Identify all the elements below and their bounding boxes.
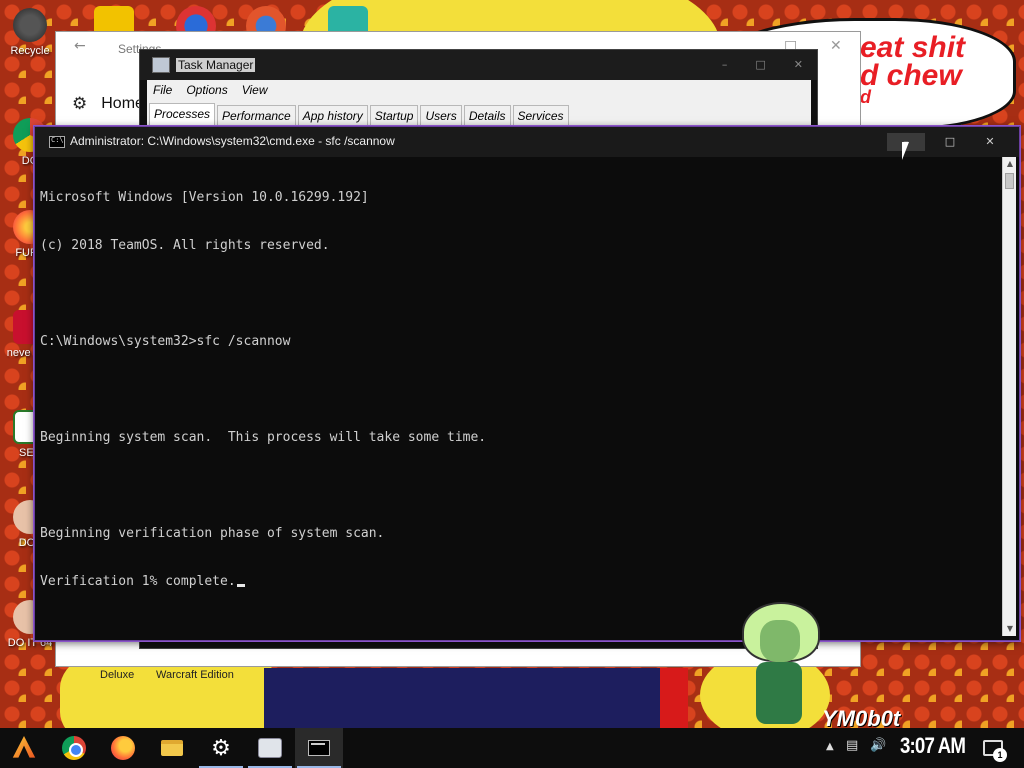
mascot-body bbox=[756, 662, 802, 724]
task-manager-controls: – □ ✕ bbox=[722, 58, 803, 71]
cmd-window-icon bbox=[49, 136, 65, 148]
speech-line: eat shit bbox=[860, 31, 966, 64]
speech-line: d bbox=[860, 87, 871, 107]
settings-icon: ⚙ bbox=[211, 735, 231, 761]
cmd-titlebar[interactable]: Administrator: C:\Windows\system32\cmd.e… bbox=[35, 127, 1019, 157]
volume-icon[interactable]: 🔊 bbox=[870, 738, 886, 753]
menu-options[interactable]: Options bbox=[186, 83, 227, 97]
paint-icon bbox=[258, 738, 282, 758]
desktop-icon-label: Warcraft Edition bbox=[156, 669, 234, 681]
cmd-window: Administrator: C:\Windows\system32\cmd.e… bbox=[34, 126, 1020, 641]
task-manager-minimize-button[interactable]: – bbox=[722, 58, 728, 71]
cmd-window-title: Administrator: C:\Windows\system32\cmd.e… bbox=[70, 134, 395, 148]
chrome-icon bbox=[62, 736, 86, 760]
start-icon bbox=[12, 736, 36, 758]
settings-home-label: Home bbox=[101, 95, 144, 112]
file-explorer-icon bbox=[161, 740, 183, 756]
menu-file[interactable]: File bbox=[153, 83, 172, 97]
taskbar-firefox[interactable] bbox=[99, 728, 147, 768]
close-button[interactable]: ✕ bbox=[971, 133, 1009, 151]
taskbar-clock[interactable]: 3:07 AM bbox=[900, 733, 966, 759]
taskbar: ⚙ ▲ ▤ 🔊 bbox=[0, 728, 1024, 768]
firefox-icon bbox=[111, 736, 135, 760]
cmd-icon bbox=[308, 740, 330, 756]
console-output[interactable]: Microsoft Windows [Version 10.0.16299.19… bbox=[40, 158, 1000, 636]
task-manager-titlebar[interactable]: Task Manager bbox=[140, 50, 817, 80]
chevron-up-icon[interactable]: ▲ bbox=[826, 741, 834, 752]
settings-close-button[interactable]: ✕ bbox=[830, 38, 842, 54]
mouse-pointer-icon bbox=[902, 142, 909, 160]
task-manager-tabs: Processes Performance App history Startu… bbox=[147, 99, 811, 125]
desktop-icon-label: Deluxe bbox=[100, 669, 135, 681]
task-manager-title: Task Manager bbox=[176, 58, 256, 72]
wallpaper-scene bbox=[264, 668, 688, 728]
start-button[interactable] bbox=[0, 728, 48, 768]
tab-users[interactable]: Users bbox=[420, 105, 462, 125]
speech-line: d chew bbox=[860, 59, 962, 92]
console-line: Microsoft Windows [Version 10.0.16299.19… bbox=[40, 190, 369, 205]
back-arrow-icon[interactable]: ← bbox=[74, 38, 86, 54]
text-cursor bbox=[236, 584, 245, 587]
task-manager-close-button[interactable]: ✕ bbox=[794, 58, 803, 71]
scrollbar-thumb[interactable] bbox=[1005, 173, 1014, 189]
console-line: Beginning system scan. This process will… bbox=[40, 430, 487, 445]
tab-processes[interactable]: Processes bbox=[149, 103, 216, 125]
taskbar-chrome[interactable] bbox=[50, 728, 98, 768]
maximize-button[interactable]: □ bbox=[931, 133, 969, 151]
desktop-icon-label: Recycle bbox=[10, 45, 50, 57]
tab-services[interactable]: Services bbox=[512, 105, 569, 125]
scroll-up-arrow-icon[interactable]: ▲ bbox=[1003, 157, 1017, 171]
console-line: (c) 2018 TeamOS. All rights reserved. bbox=[40, 238, 330, 253]
notification-badge: 1 bbox=[993, 748, 1007, 762]
taskbar-settings[interactable]: ⚙ bbox=[197, 728, 245, 768]
taskbar-cmd[interactable] bbox=[295, 728, 343, 768]
tab-startup[interactable]: Startup bbox=[369, 105, 419, 125]
speech-bubble-text: eat shit d chew d bbox=[860, 31, 966, 107]
network-icon[interactable]: ▤ bbox=[846, 738, 858, 753]
console-line: C:\Windows\system32>sfc /scannow bbox=[40, 334, 291, 349]
task-manager-maximize-button[interactable]: □ bbox=[755, 58, 765, 71]
mascot-face bbox=[760, 620, 800, 662]
recycle-bin-icon bbox=[13, 8, 47, 42]
tab-app-history[interactable]: App history bbox=[297, 105, 368, 125]
tab-details[interactable]: Details bbox=[463, 105, 511, 125]
console-line: Verification 1% complete. bbox=[40, 574, 236, 589]
console-current-line: Verification 1% complete. bbox=[40, 574, 1000, 590]
task-manager-icon bbox=[152, 57, 170, 73]
desktop-icon-recycle-bin[interactable]: Recycle bbox=[6, 8, 54, 57]
tab-performance[interactable]: Performance bbox=[217, 105, 296, 125]
vertical-scrollbar[interactable]: ▲ ▼ bbox=[1002, 157, 1016, 636]
gear-icon: ⚙ bbox=[72, 94, 88, 114]
taskbar-task-manager[interactable] bbox=[246, 728, 294, 768]
menu-view[interactable]: View bbox=[242, 83, 268, 97]
wallpaper-stripe bbox=[660, 668, 688, 728]
task-manager-menubar: File Options View bbox=[147, 80, 811, 99]
taskbar-file-explorer[interactable] bbox=[148, 728, 196, 768]
settings-home-item[interactable]: ⚙ Home bbox=[72, 94, 144, 114]
console-line: Beginning verification phase of system s… bbox=[40, 526, 385, 541]
scroll-down-arrow-icon[interactable]: ▼ bbox=[1003, 622, 1017, 636]
